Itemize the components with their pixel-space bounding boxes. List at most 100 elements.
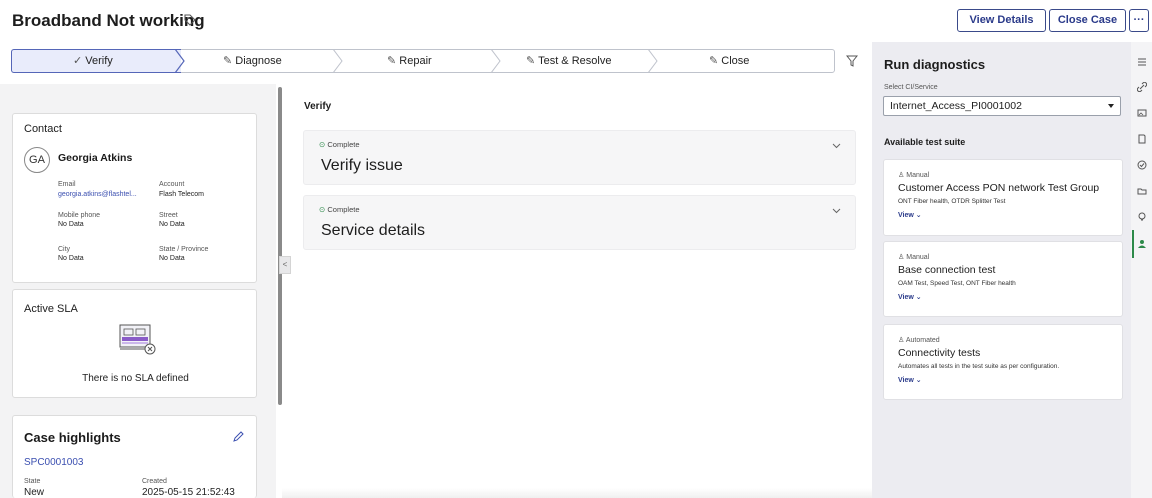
step-diagnose[interactable]: ✎ Diagnose	[223, 49, 282, 73]
view-toggle[interactable]: View ⌄	[898, 293, 922, 301]
state-value: New	[24, 487, 45, 498]
step-separator	[333, 49, 343, 73]
person-icon: ♙	[898, 172, 905, 179]
test-type: ♙ Manual	[898, 172, 930, 179]
account-label: Account	[159, 181, 185, 188]
caret-down-icon	[1108, 104, 1114, 108]
state-value: No Data	[159, 255, 185, 262]
step-label: Verify	[85, 55, 113, 67]
street-value: No Data	[159, 221, 185, 228]
step-label: Test & Resolve	[538, 55, 612, 67]
section-title: Verify	[304, 101, 332, 112]
filter-icon[interactable]	[846, 55, 858, 67]
city-value: No Data	[58, 255, 84, 262]
sla-card: Active SLA There is no SLA defined	[12, 289, 257, 398]
panel-title: Run diagnostics	[884, 57, 986, 72]
pencil-icon: ✎	[709, 55, 719, 67]
state-label: State / Province	[159, 246, 209, 253]
chevron-down-icon[interactable]	[832, 206, 841, 215]
accordion-title: Verify issue	[321, 157, 403, 174]
check-circle-icon: ⊙	[319, 205, 326, 214]
contact-card: Contact GA Georgia Atkins Email georgia.…	[12, 113, 257, 283]
check-circle-icon[interactable]	[1137, 160, 1147, 170]
test-type: ♙ Automated	[898, 337, 940, 344]
select-label: Select CI/Service	[884, 84, 938, 91]
folder-icon[interactable]	[1137, 186, 1147, 196]
step-separator	[175, 49, 185, 73]
active-indicator	[1132, 230, 1134, 258]
test-name: Connectivity tests	[898, 347, 981, 359]
case-stepper: ✓ Verify ✎ Diagnose ✎ Repair ✎ Test & Re…	[11, 49, 867, 73]
chevron-down-icon[interactable]	[832, 141, 841, 150]
link-icon[interactable]	[1137, 82, 1147, 92]
edit-icon[interactable]	[232, 431, 244, 443]
view-toggle[interactable]: View ⌄	[898, 211, 922, 219]
view-toggle[interactable]: View ⌄	[898, 376, 922, 384]
ci-service-select[interactable]: Internet_Access_PI0001002	[883, 96, 1121, 116]
step-separator	[648, 49, 658, 73]
test-card: ♙ Manual Customer Access PON network Tes…	[883, 159, 1123, 236]
right-rail	[1131, 42, 1152, 498]
case-highlights-card: Case highlights SPC0001003 State New Cre…	[12, 415, 257, 498]
view-details-button[interactable]: View Details	[957, 9, 1046, 32]
step-test-resolve[interactable]: ✎ Test & Resolve	[526, 49, 611, 73]
check-circle-icon: ⊙	[319, 140, 326, 149]
highlights-title: Case highlights	[24, 430, 121, 445]
account-value: Flash Telecom	[159, 191, 205, 198]
close-case-button[interactable]: Close Case	[1049, 9, 1126, 32]
email-label: Email	[58, 181, 76, 188]
created-label: Created	[142, 478, 167, 485]
lightbulb-icon[interactable]	[1137, 212, 1147, 222]
accordion-service-details[interactable]: ⊙ Complete Service details	[303, 195, 856, 250]
step-label: Close	[721, 55, 750, 67]
tag-icon[interactable]	[183, 13, 197, 27]
run-diagnostics-panel: Run diagnostics Select CI/Service Intern…	[872, 42, 1131, 498]
list-icon[interactable]	[1137, 57, 1147, 67]
left-scrollbar[interactable]	[278, 87, 282, 405]
test-name: Customer Access PON network Test Group	[898, 182, 1100, 194]
step-verify[interactable]: ✓ Verify	[73, 49, 113, 73]
pencil-icon: ✎	[223, 55, 233, 67]
image-icon[interactable]	[1137, 108, 1147, 118]
street-label: Street	[159, 212, 178, 219]
step-repair[interactable]: ✎ Repair	[387, 49, 432, 73]
sla-empty-message: There is no SLA defined	[82, 373, 189, 384]
test-suite-title: Available test suite	[884, 137, 966, 147]
status-complete: ⊙ Complete	[319, 140, 360, 149]
city-label: City	[58, 246, 71, 253]
step-label: Repair	[399, 55, 432, 67]
case-header: Broadband Not working View Details Close…	[0, 0, 1152, 40]
sla-title: Active SLA	[24, 303, 78, 315]
mobile-value: No Data	[58, 221, 84, 228]
test-name: Base connection test	[898, 264, 996, 276]
pencil-icon: ✎	[387, 55, 397, 67]
collapse-panel-button[interactable]: <	[279, 256, 291, 274]
test-description: Automates all tests in the test suite as…	[898, 363, 1060, 370]
person-icon: ♙	[898, 254, 905, 261]
person-icon[interactable]	[1137, 239, 1147, 249]
test-description: OAM Test, Speed Test, ONT Fiber health	[898, 280, 1016, 287]
accordion-title: Service details	[321, 222, 426, 239]
test-description: ONT Fiber health, OTDR Splitter Test	[898, 198, 1006, 205]
contact-name[interactable]: Georgia Atkins	[58, 152, 132, 164]
document-icon[interactable]	[1137, 134, 1147, 144]
status-complete: ⊙ Complete	[319, 205, 360, 214]
case-title: Broadband Not working	[12, 11, 205, 30]
email-link[interactable]: georgia.atkins@flashtel...	[58, 191, 137, 198]
test-card: ♙ Manual Base connection test OAM Test, …	[883, 241, 1123, 317]
accordion-verify-issue[interactable]: ⊙ Complete Verify issue	[303, 130, 856, 185]
mobile-label: Mobile phone	[58, 212, 101, 219]
avatar[interactable]: GA	[24, 147, 50, 173]
calendar-empty-icon	[119, 324, 156, 355]
test-type: ♙ Manual	[898, 254, 930, 261]
state-label: State	[24, 478, 41, 485]
created-value: 2025-05-15 21:52:43	[142, 487, 235, 498]
more-actions-button[interactable]: ···	[1129, 9, 1149, 32]
step-close[interactable]: ✎ Close	[709, 49, 749, 73]
step-separator	[491, 49, 501, 73]
step-label: Diagnose	[235, 55, 282, 67]
case-number-link[interactable]: SPC0001003	[24, 457, 84, 468]
person-icon: ♙	[898, 337, 905, 344]
check-icon: ✓	[73, 55, 83, 67]
contact-title: Contact	[24, 123, 62, 135]
